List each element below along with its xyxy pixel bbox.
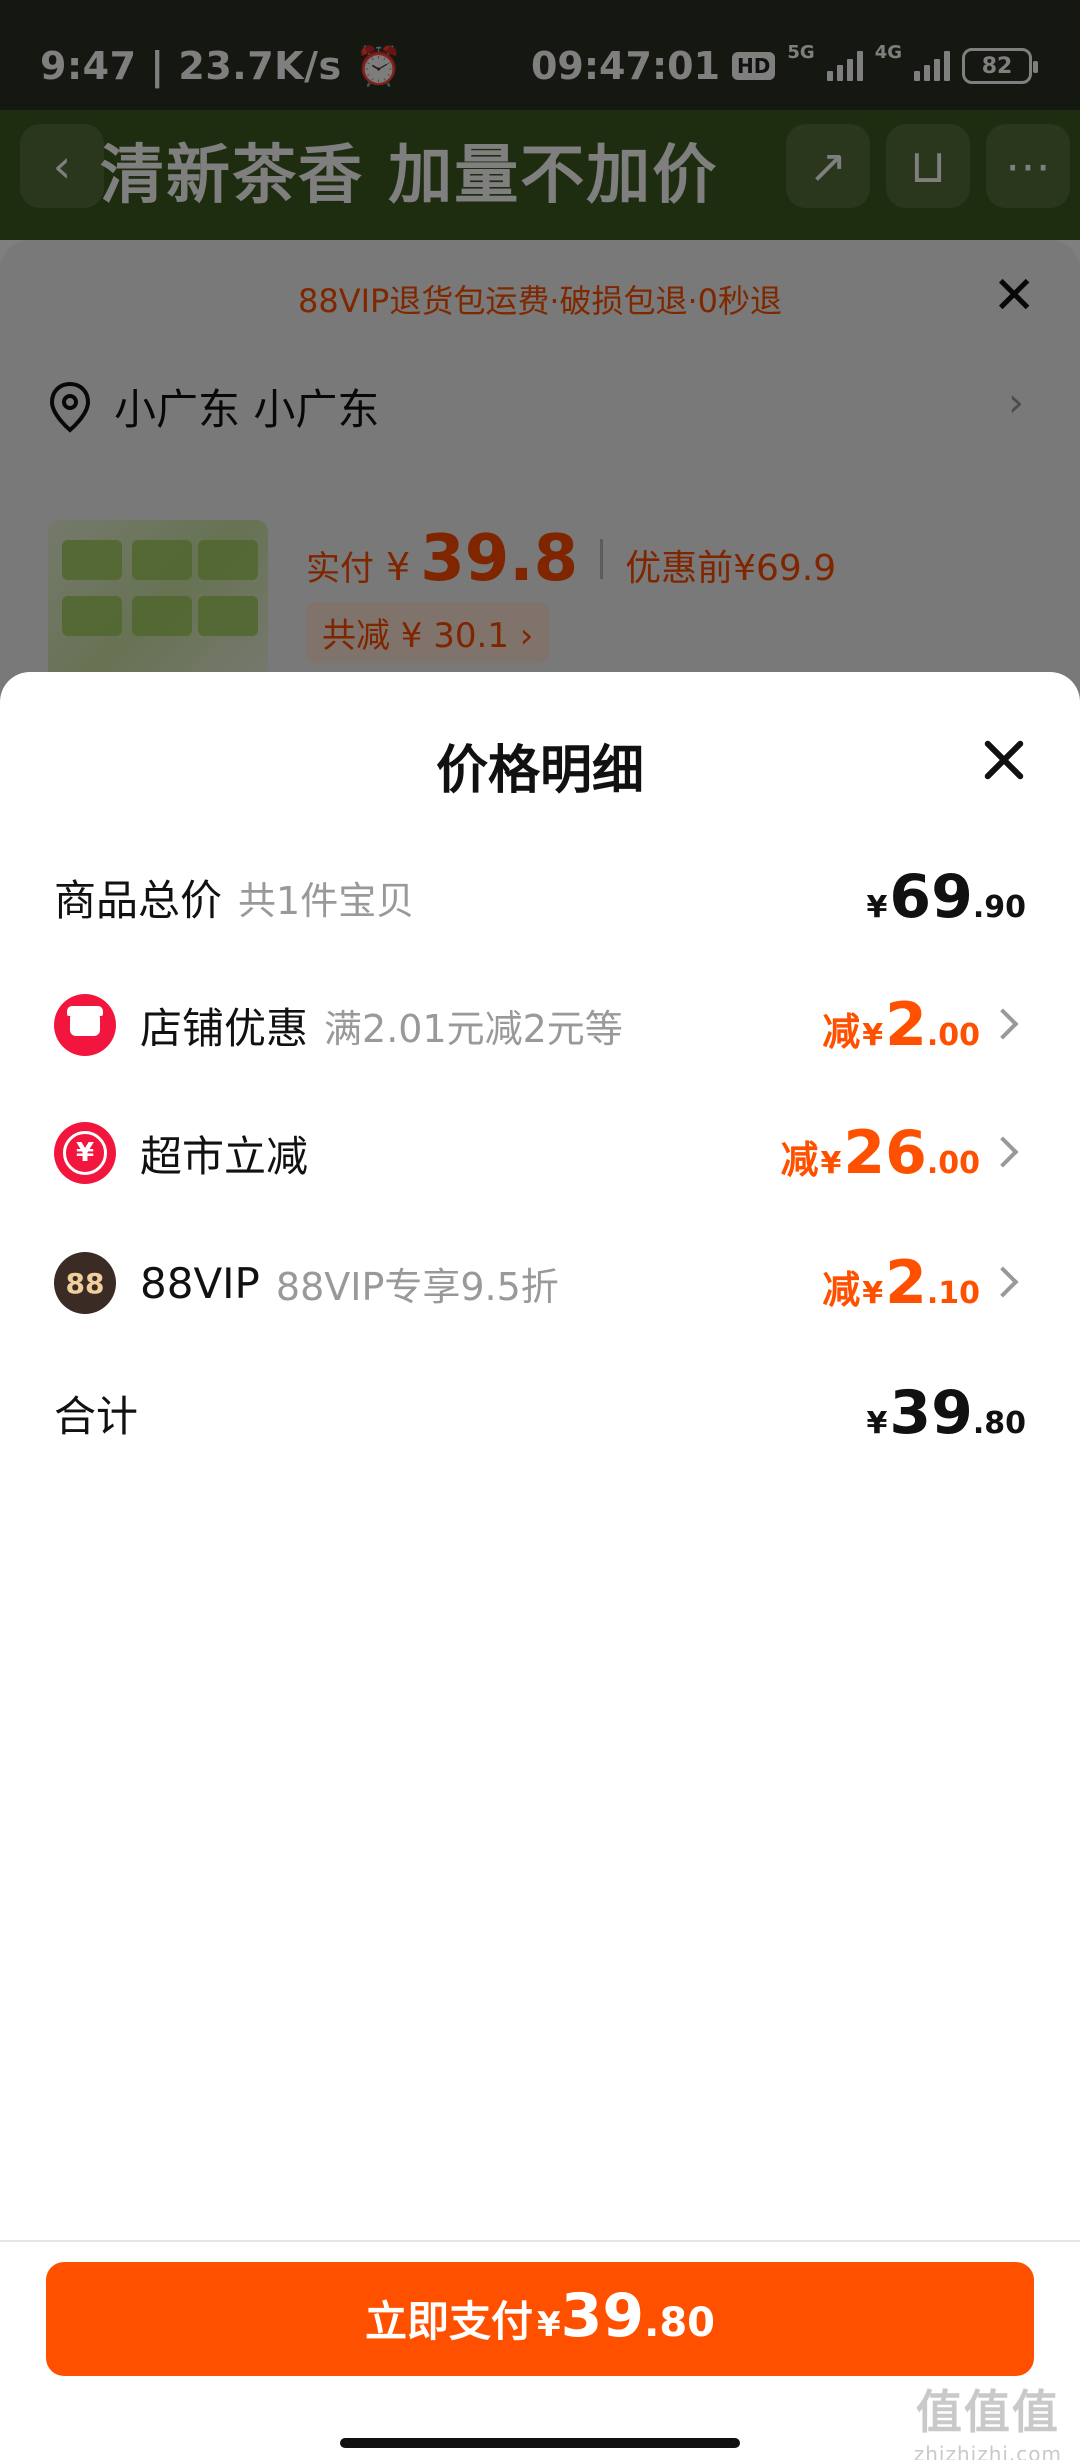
home-indicator[interactable]: [340, 2438, 740, 2448]
price-detail-sheet: 价格明细 商品总价 共1件宝贝 ¥ 69 .90 店铺优惠 满2.01元减2元等…: [0, 672, 1080, 2460]
row-shop-discount[interactable]: 店铺优惠 满2.01元减2元等 减 ¥ 2 .00: [54, 980, 1026, 1070]
row-label: 88VIP: [140, 1258, 260, 1308]
row-sub: 共1件宝贝: [238, 878, 415, 923]
row-market-discount[interactable]: ¥ 超市立减 减 ¥ 26 .00: [54, 1108, 1026, 1198]
sheet-title: 价格明细: [435, 741, 644, 801]
shop-discount-amount: 减 ¥ 2 .00: [822, 989, 980, 1060]
shop-icon: [54, 994, 116, 1056]
vip-discount-amount: 减 ¥ 2 .10: [822, 1247, 980, 1318]
close-icon[interactable]: [972, 728, 1036, 792]
pay-button-label: 立即支付: [364, 2297, 533, 2346]
row-label: 店铺优惠: [140, 1003, 309, 1053]
market-discount-icon: ¥: [54, 1122, 116, 1184]
chevron-right-icon: [986, 1133, 1026, 1173]
row-label: 合计: [54, 1391, 139, 1441]
row-goods-total: 商品总价 共1件宝贝 ¥ 69 .90: [54, 852, 1026, 942]
pay-now-button[interactable]: 立即支付 ¥ 39 .80: [46, 2262, 1034, 2376]
pay-button-int: 39: [560, 2281, 645, 2351]
vip-icon: 88: [54, 1252, 116, 1314]
market-discount-amount: 减 ¥ 26 .00: [780, 1117, 980, 1188]
pay-button-dec: .80: [644, 2300, 716, 2346]
row-vip-discount[interactable]: 88 88VIP 88VIP专享9.5折 减 ¥ 2 .10: [54, 1238, 1026, 1328]
footer-divider: [0, 2240, 1080, 2242]
row-total: 合计 ¥ 39 .80: [54, 1368, 1026, 1458]
pay-button-yen: ¥: [536, 2305, 561, 2345]
row-label: 超市立减: [140, 1131, 309, 1181]
row-sub: 88VIP专享9.5折: [275, 1264, 559, 1309]
chevron-right-icon: [986, 1263, 1026, 1303]
total-amount: ¥ 39 .80: [866, 1378, 1026, 1448]
row-sub: 满2.01元减2元等: [324, 1006, 623, 1051]
watermark: 值值值 zhizhizhi.com: [913, 2385, 1062, 2460]
chevron-right-icon: [986, 1005, 1026, 1045]
row-label: 商品总价: [54, 875, 223, 925]
goods-total-amount: ¥ 69 .90: [866, 862, 1026, 932]
